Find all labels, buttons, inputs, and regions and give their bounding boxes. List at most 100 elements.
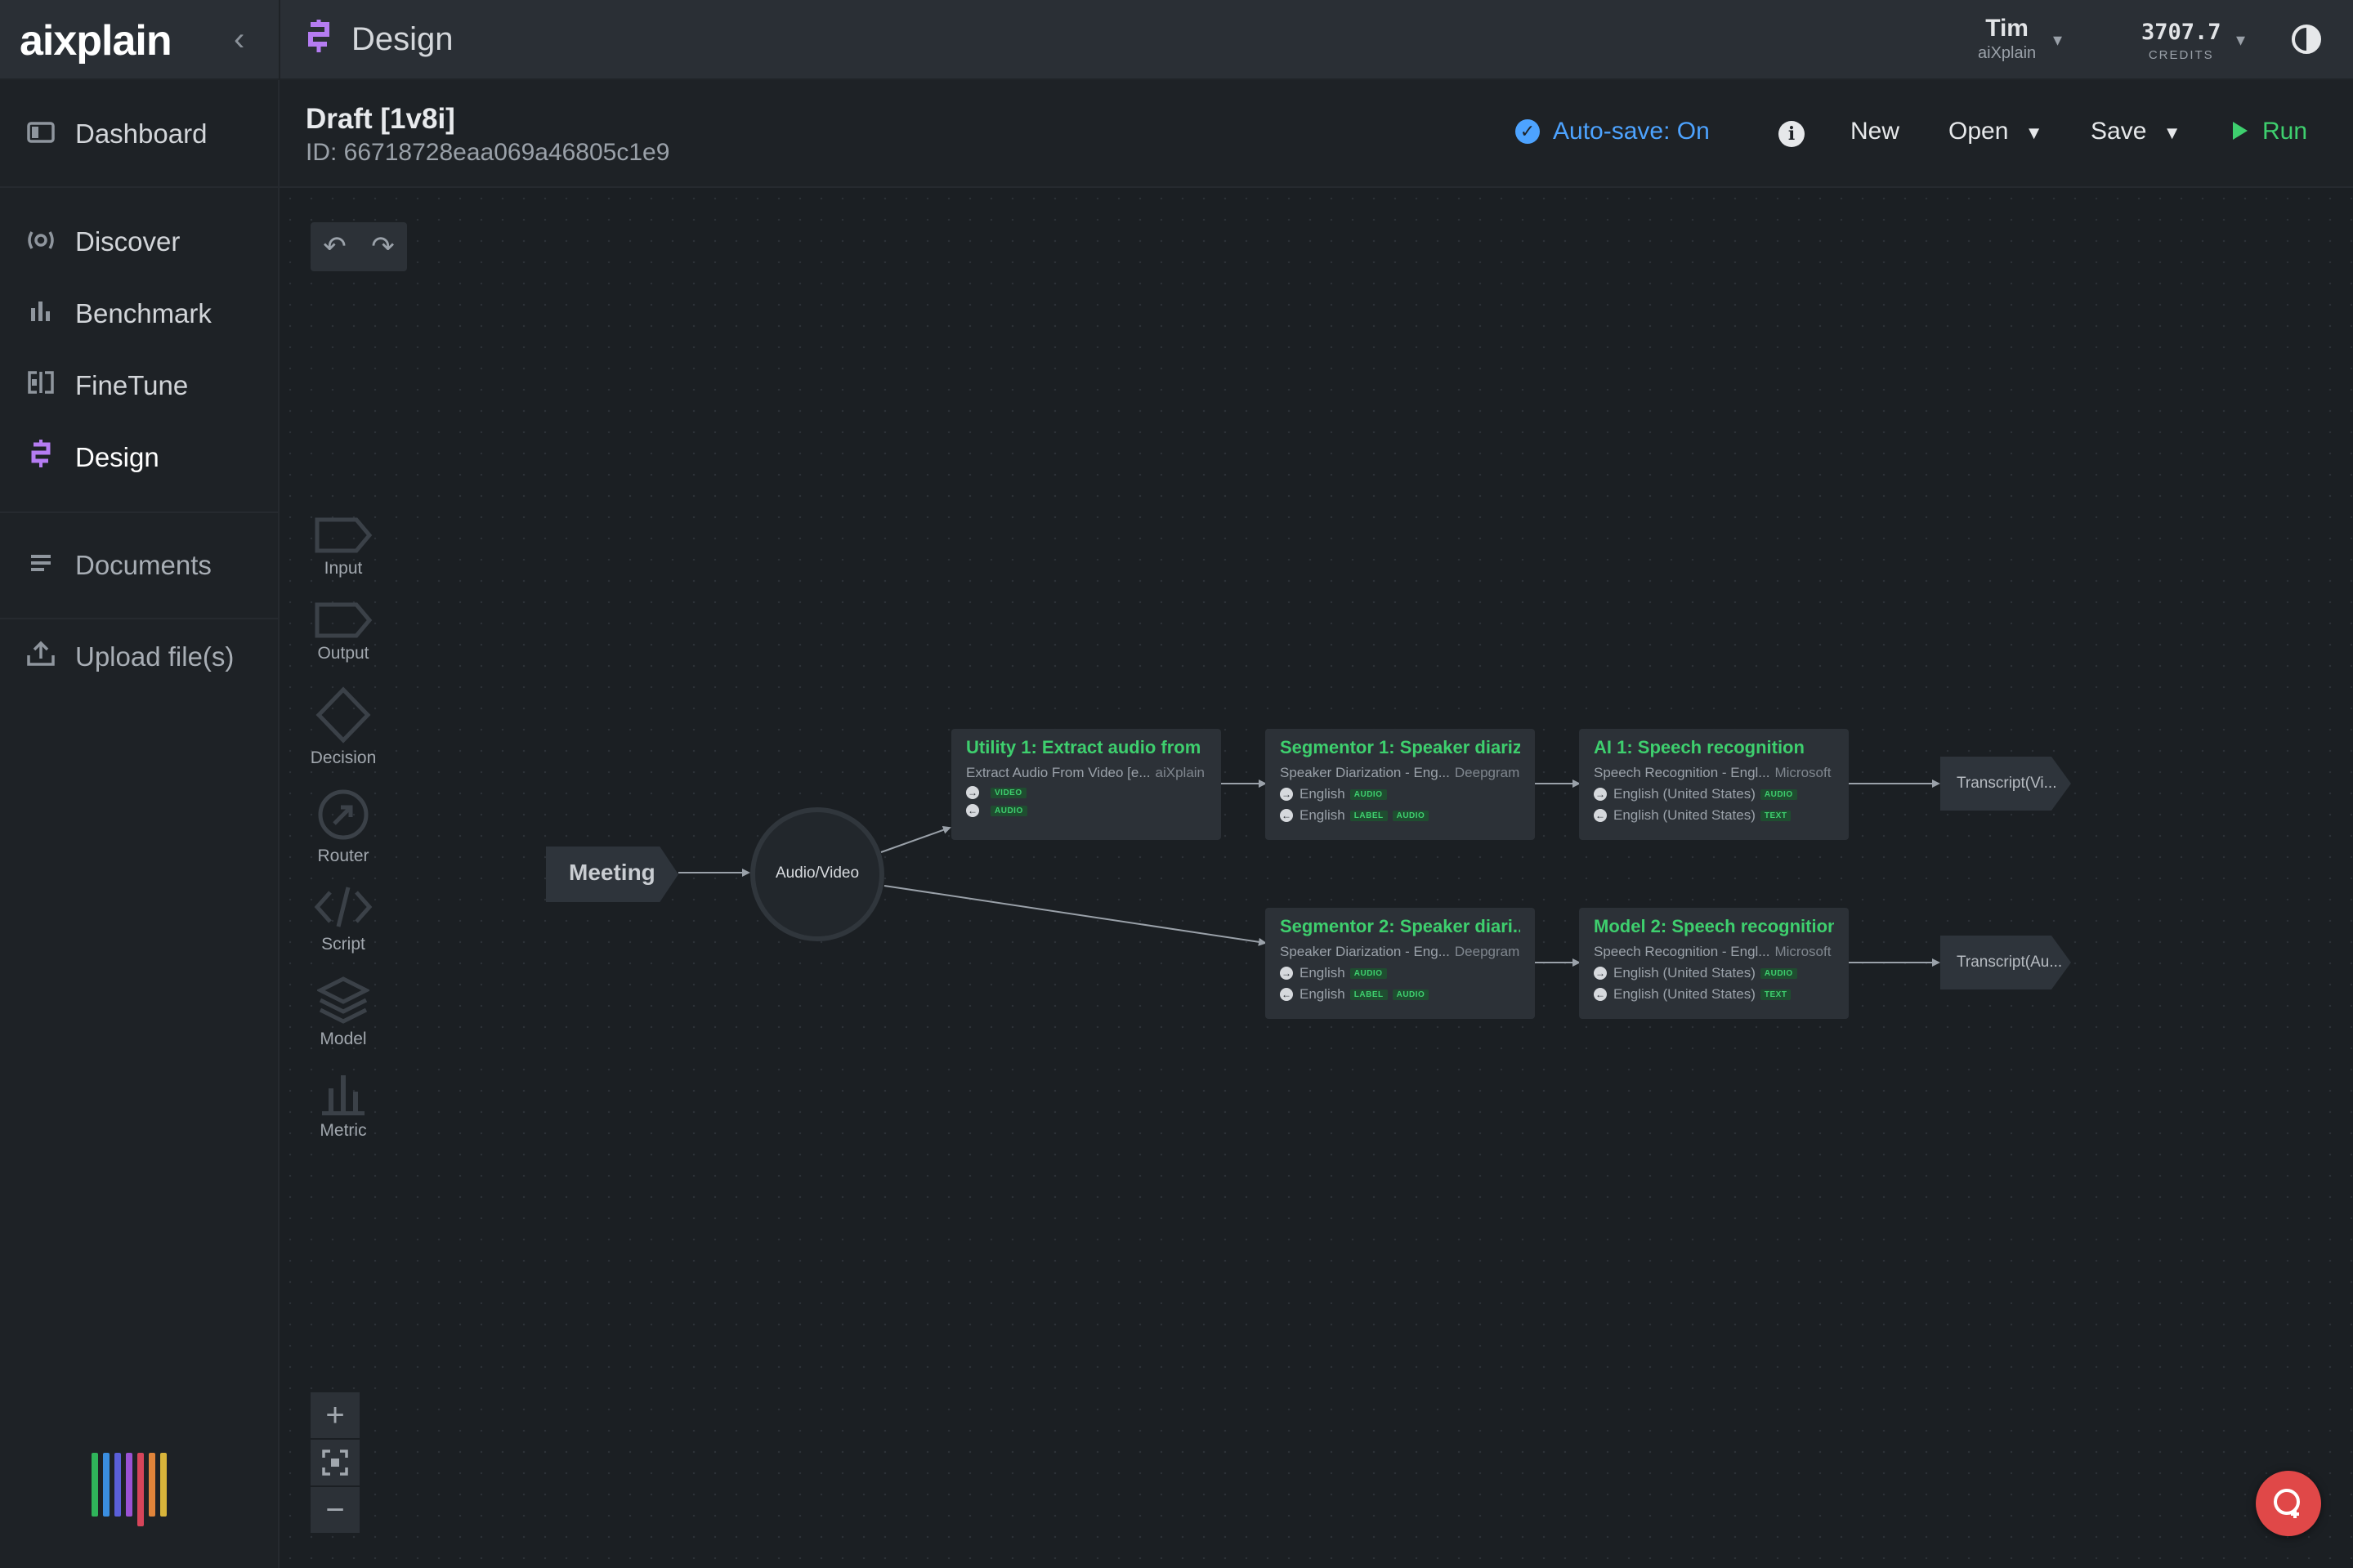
code-icon: [314, 887, 373, 927]
sidebar-item-label: FineTune: [75, 370, 189, 400]
palette-router[interactable]: Router: [302, 788, 384, 866]
sidebar-item-upload[interactable]: Upload file(s): [0, 624, 280, 690]
sidebar-item-benchmark[interactable]: Benchmark: [0, 281, 280, 346]
sidebar-item-documents[interactable]: Documents: [0, 533, 280, 598]
palette-label: Decision: [310, 748, 377, 767]
output-port[interactable]: ← English LABEL AUDIO: [1280, 986, 1520, 1003]
collapse-sidebar-icon[interactable]: ‹: [234, 21, 244, 58]
dashboard-icon: [25, 119, 57, 150]
input-port[interactable]: → English AUDIO: [1280, 786, 1520, 802]
type-tag: AUDIO: [1392, 989, 1429, 1000]
fit-view-icon: [322, 1450, 348, 1476]
zoom-in-button[interactable]: +: [311, 1392, 360, 1438]
output-port[interactable]: ← AUDIO: [966, 804, 1206, 817]
theme-toggle-icon[interactable]: [2292, 25, 2321, 54]
output-node-1[interactable]: Transcript(Vi...: [1940, 757, 2071, 811]
palette-label: Output: [317, 644, 369, 663]
support-chat-button[interactable]: [2256, 1471, 2321, 1536]
node-subtitle: Extract Audio From Video [e... aiXplain: [966, 765, 1206, 780]
benchmark-icon: [25, 298, 57, 329]
credits-display[interactable]: 3707.7 CREDITS: [2141, 20, 2221, 62]
user-chevron-down-icon[interactable]: ▾: [2053, 29, 2062, 51]
node-title: Model 2: Speech recognition: [1594, 916, 1834, 936]
arrow-out-icon: ←: [1594, 988, 1607, 1001]
node-label: Transcript(Au...: [1957, 954, 2063, 971]
input-port[interactable]: → English AUDIO: [1280, 965, 1520, 981]
design-icon: [304, 20, 333, 59]
undo-icon[interactable]: ↶: [323, 230, 347, 263]
draft-title[interactable]: Draft [1v8i]: [306, 103, 455, 136]
sidebar-item-finetune[interactable]: FineTune: [0, 353, 280, 418]
divider: [0, 511, 280, 513]
play-icon: [2233, 122, 2248, 140]
draft-id: ID: 66718728eaa069a46805c1e9: [306, 139, 670, 166]
output-node-2[interactable]: Transcript(Au...: [1940, 936, 2071, 989]
design-icon: [25, 440, 57, 476]
arrow-out-icon: ←: [1280, 809, 1293, 822]
type-tag: AUDIO: [1349, 788, 1387, 800]
node-label: Audio/Video: [775, 864, 860, 882]
output-port[interactable]: ← English (United States) TEXT: [1594, 986, 1834, 1003]
arrow-in-icon: →: [1594, 788, 1607, 801]
palette-model[interactable]: Model: [302, 976, 384, 1049]
node-title: AI 1: Speech recognition: [1594, 737, 1805, 757]
chevron-down-icon: ▼: [2163, 123, 2181, 143]
input-port[interactable]: → English (United States) AUDIO: [1594, 965, 1834, 981]
palette-output[interactable]: Output: [302, 601, 384, 663]
run-button[interactable]: Run: [2233, 118, 2307, 145]
input-node-meeting[interactable]: Meeting: [546, 847, 678, 902]
palette-metric[interactable]: Metric: [302, 1070, 384, 1141]
sidebar-item-label: Design: [75, 442, 159, 472]
fit-view-button[interactable]: [311, 1440, 360, 1485]
node-segmentor-2[interactable]: Segmentor 2: Speaker diari... Speaker Di…: [1265, 908, 1535, 1019]
documents-icon: [25, 551, 57, 581]
input-node-icon: [315, 517, 373, 553]
credits-chevron-down-icon[interactable]: ▾: [2236, 29, 2245, 51]
node-ai-1[interactable]: AI 1: Speech recognition Speech Recognit…: [1579, 729, 1849, 840]
router-node[interactable]: Audio/Video: [750, 807, 884, 941]
node-utility-1[interactable]: Utility 1: Extract audio from ... Extrac…: [951, 729, 1221, 840]
node-title: Segmentor 2: Speaker diari...: [1280, 916, 1520, 936]
discover-icon: [25, 227, 57, 257]
upload-icon: [25, 641, 57, 673]
run-label: Run: [2262, 118, 2308, 145]
page-title: Design: [351, 21, 454, 57]
router-icon: [318, 789, 369, 840]
new-button[interactable]: New: [1850, 118, 1899, 145]
open-label: Open: [1948, 118, 2009, 145]
node-label: Meeting: [569, 860, 655, 885]
node-subtitle: Speaker Diarization - Eng... Deepgram: [1280, 944, 1520, 959]
output-port[interactable]: ← English LABEL AUDIO: [1280, 807, 1520, 824]
arrow-in-icon: →: [966, 786, 979, 799]
palette-script[interactable]: Script: [302, 884, 384, 954]
output-port[interactable]: ← English (United States) TEXT: [1594, 807, 1834, 824]
node-subtitle: Speech Recognition - Engl... Microsoft: [1594, 944, 1832, 959]
save-label: Save: [2091, 118, 2147, 145]
sidebar-item-discover[interactable]: Discover: [0, 209, 280, 275]
info-icon[interactable]: i: [1778, 121, 1805, 147]
sidebar-item-dashboard[interactable]: Dashboard: [0, 101, 280, 167]
node-segmentor-1[interactable]: Segmentor 1: Speaker diariz... Speaker D…: [1265, 729, 1535, 840]
zoom-out-button[interactable]: −: [311, 1487, 360, 1533]
input-port[interactable]: → VIDEO: [966, 786, 1206, 799]
user-menu[interactable]: Tim aiXplain: [1978, 15, 2036, 63]
palette-label: Input: [324, 559, 363, 578]
node-model-2[interactable]: Model 2: Speech recognition Speech Recog…: [1579, 908, 1849, 1019]
save-button[interactable]: Save ▼: [2091, 118, 2181, 145]
brand-logo[interactable]: aixplain: [20, 16, 172, 65]
palette-decision[interactable]: Decision: [302, 686, 384, 768]
finetune-icon: [25, 370, 57, 401]
chat-plus-icon: [2274, 1489, 2300, 1518]
open-button[interactable]: Open ▼: [1948, 118, 2043, 145]
metric-bars-icon: [322, 1075, 365, 1115]
sidebar-item-design[interactable]: Design: [0, 425, 280, 490]
input-port[interactable]: → English (United States) AUDIO: [1594, 786, 1834, 802]
node-label: Transcript(Vi...: [1957, 775, 2057, 792]
history-controls: ↶ ↷: [311, 222, 407, 271]
redo-icon[interactable]: ↷: [371, 230, 395, 263]
type-tag: AUDIO: [1349, 967, 1387, 979]
type-tag: LABEL: [1349, 989, 1388, 1000]
autosave-toggle[interactable]: ✓ Auto-save: On: [1515, 118, 1710, 145]
node-title: Segmentor 1: Speaker diariz...: [1280, 737, 1520, 757]
palette-input[interactable]: Input: [302, 516, 384, 579]
